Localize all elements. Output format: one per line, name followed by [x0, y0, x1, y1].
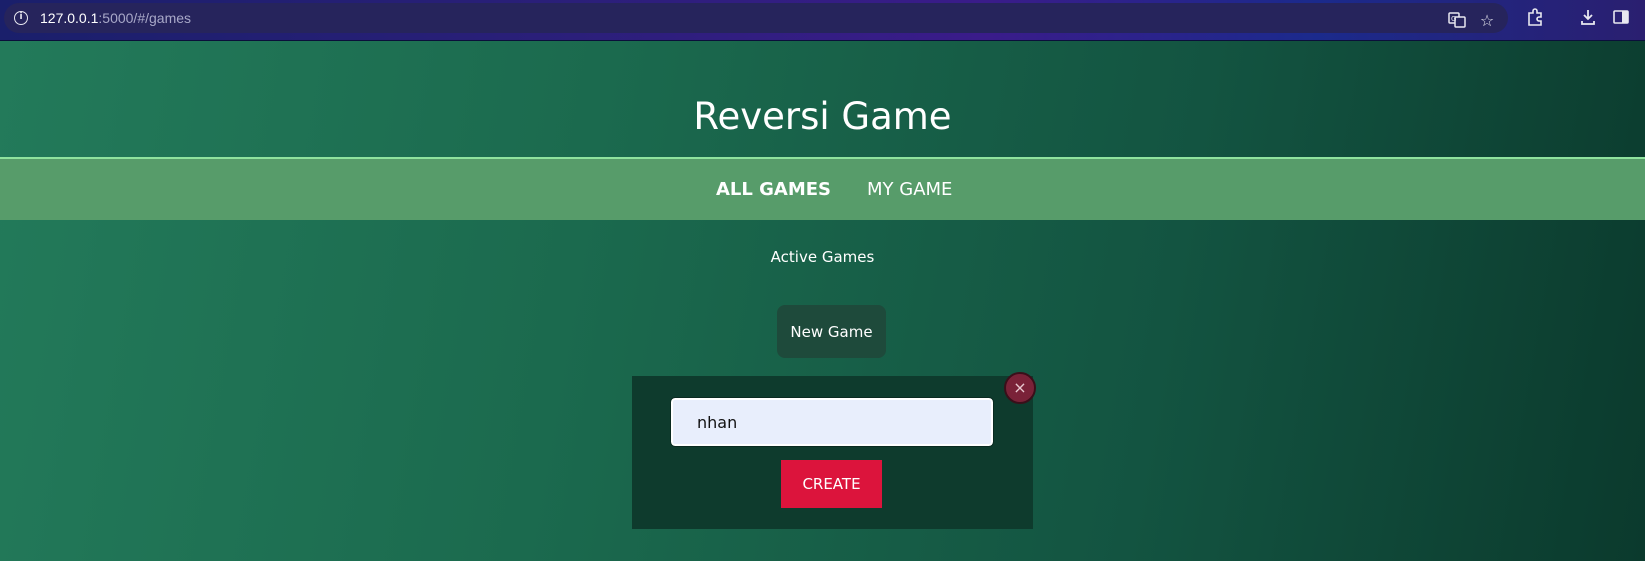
star-icon[interactable]: ☆	[1477, 11, 1497, 31]
active-games-title: Active Games	[770, 248, 875, 266]
create-button[interactable]: CREATE	[781, 460, 882, 508]
side-panel-icon[interactable]	[1611, 8, 1631, 28]
nav-all-games[interactable]: ALL GAMES	[716, 179, 831, 200]
main-nav: ALL GAMES MY GAME	[0, 157, 1645, 220]
new-game-button[interactable]: New Game	[777, 305, 886, 358]
app-title: Reversi Game	[693, 95, 952, 138]
address-bar[interactable]: i 127.0.0.1:5000/#/games G ☆	[4, 3, 1508, 33]
url-path: :5000/#/games	[98, 10, 192, 26]
extensions-icon[interactable]	[1525, 8, 1545, 28]
translate-icon[interactable]: G	[1447, 11, 1467, 31]
info-icon[interactable]: i	[14, 11, 28, 25]
download-icon[interactable]	[1578, 8, 1598, 28]
url-text[interactable]: 127.0.0.1:5000/#/games	[40, 10, 191, 26]
url-host: 127.0.0.1	[40, 10, 99, 26]
close-dialog-button[interactable]: ×	[1004, 372, 1036, 404]
game-name-input[interactable]	[670, 397, 994, 447]
new-game-dialog: CREATE	[632, 376, 1033, 529]
nav-my-game[interactable]: MY GAME	[867, 179, 952, 200]
svg-text:G: G	[1451, 15, 1456, 23]
browser-toolbar: i 127.0.0.1:5000/#/games G ☆	[0, 0, 1645, 41]
app-page: Reversi Game ALL GAMES MY GAME Active Ga…	[0, 41, 1645, 561]
